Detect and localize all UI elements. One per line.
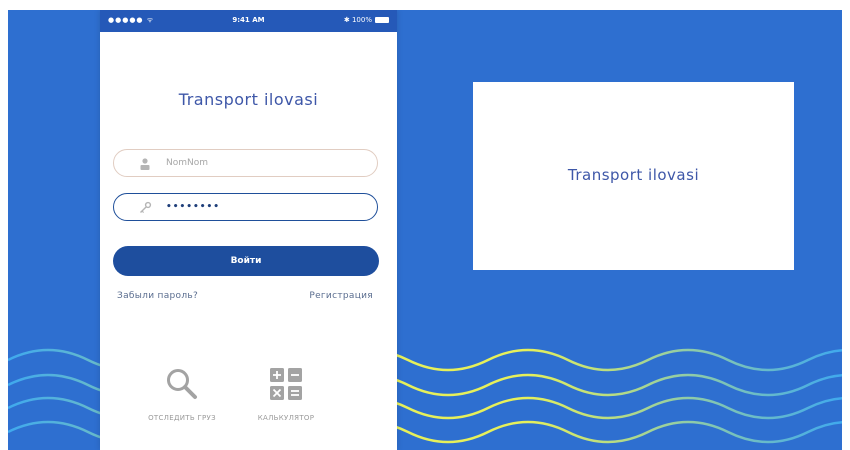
app-title: Transport ilovasi [178, 90, 319, 109]
status-bar: ●●●●● ᯤ 9:41 AM ✱ 100% [100, 10, 397, 32]
battery-icon [375, 17, 389, 23]
forgot-password-link[interactable]: Забыли пароль? [117, 291, 198, 301]
password-field[interactable] [113, 193, 378, 221]
calculator-icon [270, 368, 302, 400]
login-button[interactable]: Войти [113, 246, 379, 276]
preview-card: Transport ilovasi [473, 82, 794, 270]
key-icon [140, 201, 152, 214]
calculator-button[interactable]: КАЛЬКУЛЯТОР [226, 366, 346, 422]
user-icon [140, 158, 150, 170]
track-cargo-label: ОТСЛЕДИТЬ ГРУЗ [148, 414, 216, 422]
register-link[interactable]: Регистрация [309, 291, 373, 301]
search-icon [167, 369, 197, 399]
card-title: Transport ilovasi [567, 166, 700, 184]
username-field[interactable] [113, 149, 378, 177]
battery-indicator: ✱ 100% [344, 16, 389, 24]
battery-text: ✱ 100% [343, 16, 372, 24]
background-stage: ●●●●● ᯤ 9:41 AM ✱ 100% Transport ilovasi [8, 10, 842, 450]
track-cargo-button[interactable]: ОТСЛЕДИТЬ ГРУЗ [122, 366, 242, 422]
calculator-label: КАЛЬКУЛЯТОР [257, 414, 315, 422]
phone-mockup: ●●●●● ᯤ 9:41 AM ✱ 100% Transport ilovasi [100, 10, 397, 450]
username-input[interactable] [166, 153, 356, 173]
password-input[interactable] [166, 197, 356, 217]
